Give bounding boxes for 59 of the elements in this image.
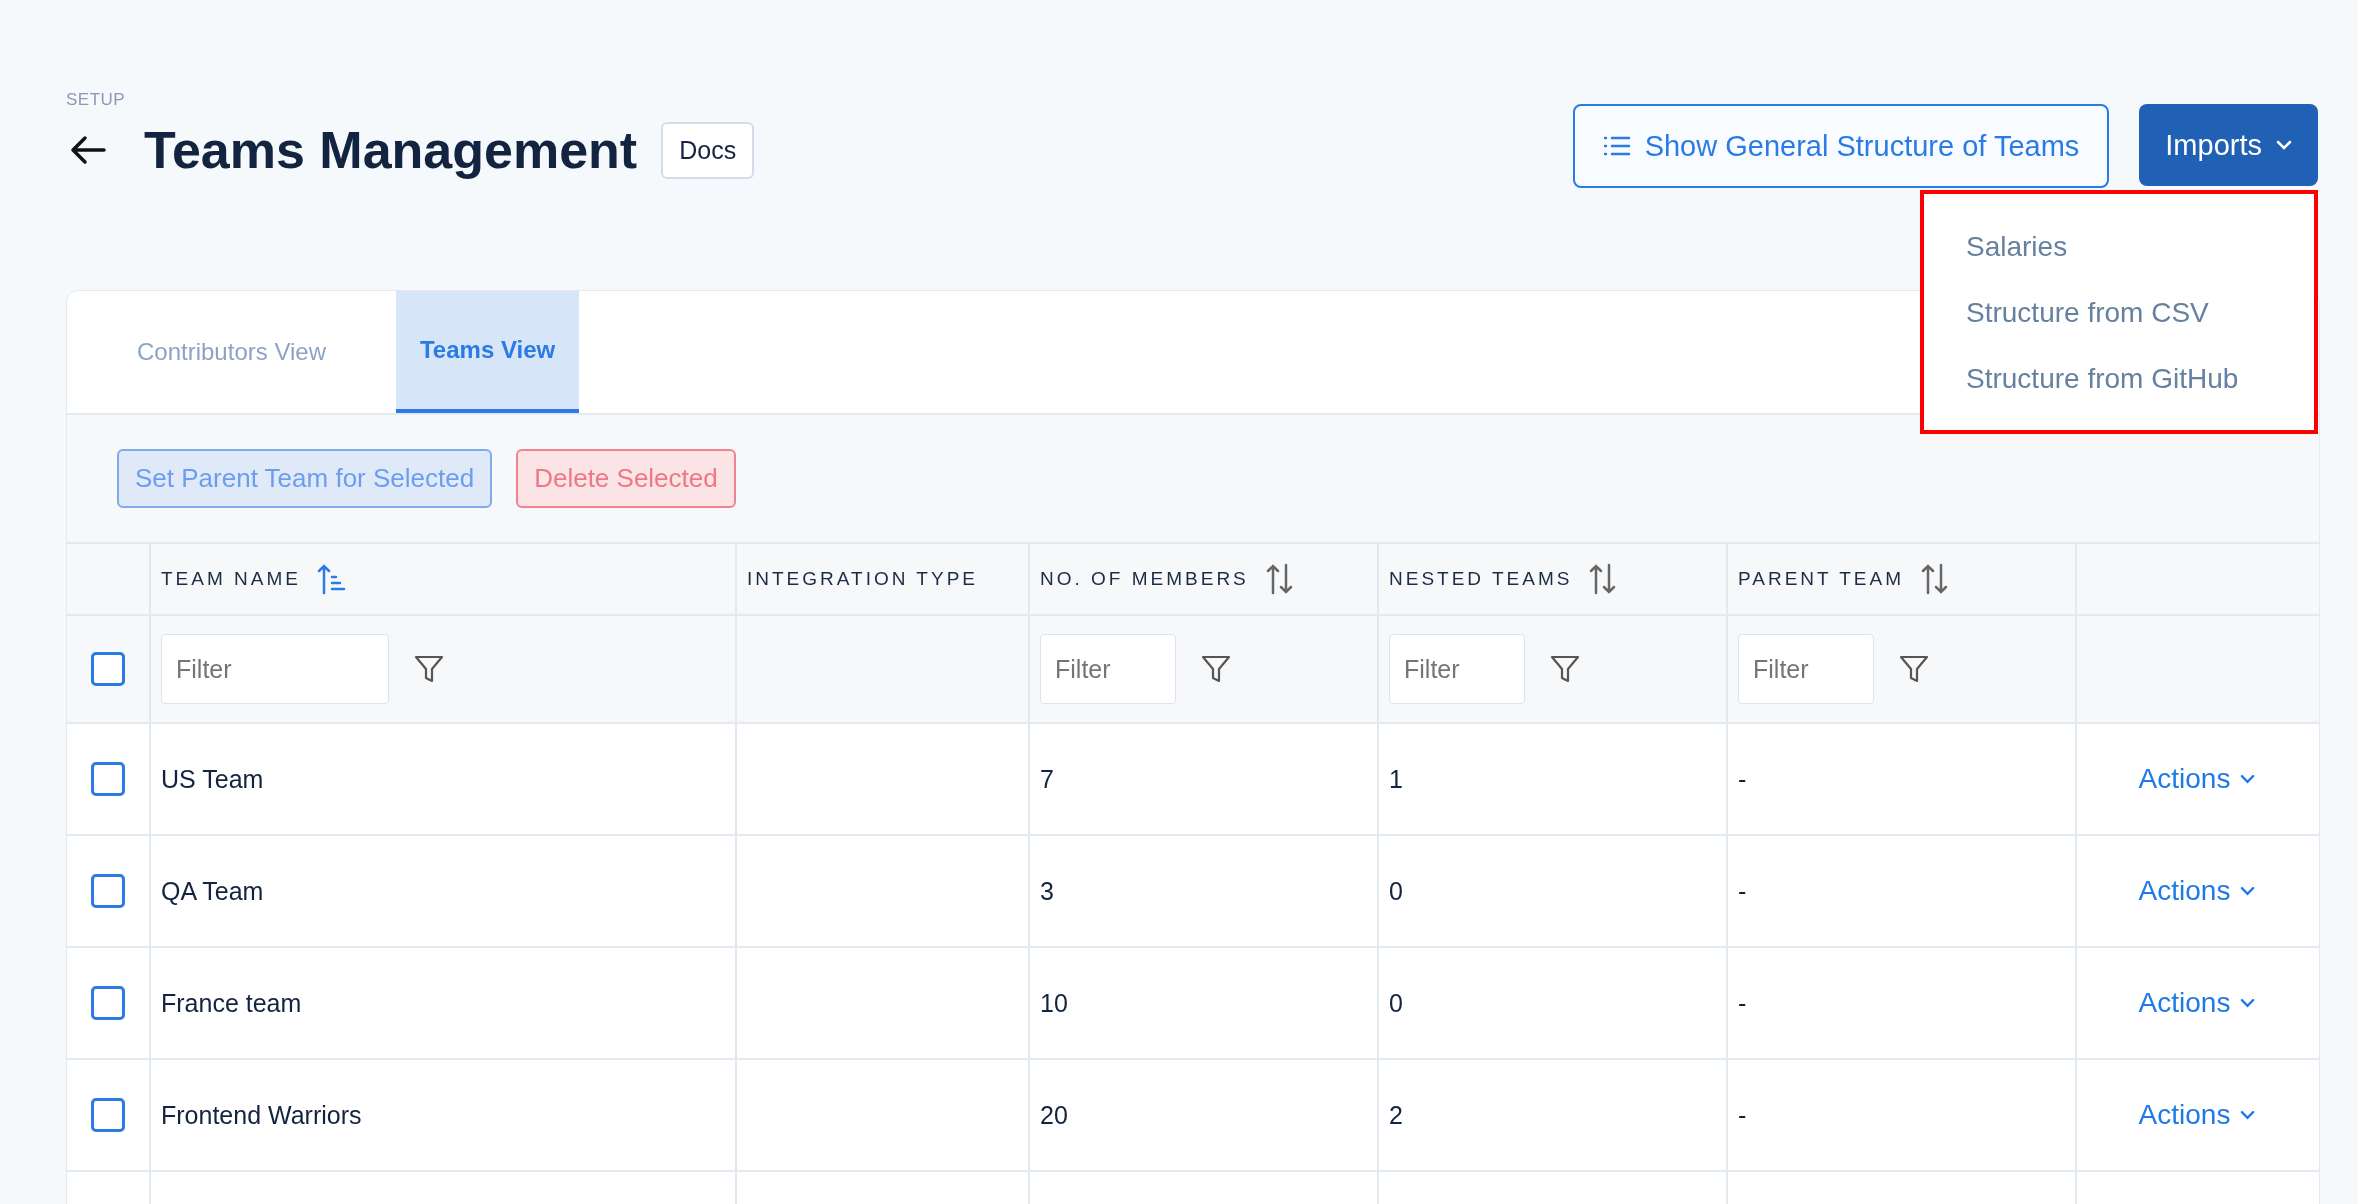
actions-button[interactable]: Actions xyxy=(2138,875,2256,907)
column-header: PARENT TEAM xyxy=(1738,568,1905,590)
chevron-down-icon xyxy=(2240,774,2256,784)
table-cell: France team xyxy=(161,988,302,1018)
row-checkbox[interactable] xyxy=(91,1098,125,1132)
actions-button[interactable]: Actions xyxy=(2138,987,2256,1019)
table-cell: 1 xyxy=(1389,764,1403,794)
page-title: Teams Management xyxy=(144,120,638,180)
row-checkbox[interactable] xyxy=(91,986,125,1020)
filter-icon[interactable] xyxy=(1549,653,1581,685)
tab[interactable]: Contributors View xyxy=(67,291,396,413)
sort-icon[interactable] xyxy=(1264,563,1295,595)
list-icon xyxy=(1602,135,1631,157)
column-header: NESTED TEAMS xyxy=(1389,568,1573,590)
breadcrumb: SETUP xyxy=(66,90,127,110)
table-cell: Frontend Warriors xyxy=(161,1100,362,1130)
filter-icon[interactable] xyxy=(1200,653,1232,685)
actions-button[interactable]: Actions xyxy=(2138,763,2256,795)
menu-item[interactable]: Salaries xyxy=(1924,214,2314,280)
table-cell: - xyxy=(1738,876,1747,906)
docs-button[interactable]: Docs xyxy=(661,121,755,179)
tab[interactable]: Teams View xyxy=(396,291,580,413)
filter-icon[interactable] xyxy=(1898,653,1930,685)
table-cell: 20 xyxy=(1040,1100,1068,1130)
table-cell: - xyxy=(1738,1100,1747,1130)
actions-button[interactable]: Actions xyxy=(2138,1099,2256,1131)
chevron-down-icon xyxy=(2240,998,2256,1008)
imports-button[interactable]: Imports xyxy=(2139,104,2318,186)
filter-field[interactable]: Filter xyxy=(1389,634,1525,704)
chevron-down-icon xyxy=(2240,886,2256,896)
column-header: INTEGRATION TYPE xyxy=(747,568,978,590)
table-cell: 0 xyxy=(1389,988,1403,1018)
column-header: TEAM NAME xyxy=(161,568,301,590)
filter-icon[interactable] xyxy=(413,653,445,685)
table-cell: 0 xyxy=(1389,876,1403,906)
table-cell: 2 xyxy=(1389,1100,1403,1130)
bulk-action-button[interactable]: Set Parent Team for Selected xyxy=(117,449,493,508)
table-cell: 10 xyxy=(1040,988,1068,1018)
bulk-action-button[interactable]: Delete Selected xyxy=(516,449,736,508)
table-cell: - xyxy=(1738,764,1747,794)
select-all-checkbox[interactable] xyxy=(91,652,125,686)
column-header: NO. OF MEMBERS xyxy=(1040,568,1249,590)
filter-field[interactable]: Filter xyxy=(1040,634,1176,704)
filter-field[interactable]: Filter xyxy=(161,634,389,704)
back-arrow-icon[interactable] xyxy=(70,135,106,165)
table-cell: US Team xyxy=(161,764,264,794)
sort-ascending-icon[interactable] xyxy=(316,563,347,595)
filter-field[interactable]: Filter xyxy=(1738,634,1874,704)
chevron-down-icon xyxy=(2276,140,2292,150)
table-cell: QA Team xyxy=(161,876,264,906)
menu-item[interactable]: Structure from GitHub xyxy=(1924,346,2314,412)
row-checkbox[interactable] xyxy=(91,874,125,908)
row-checkbox[interactable] xyxy=(91,762,125,796)
table-cell: - xyxy=(1738,988,1747,1018)
menu-item[interactable]: Structure from CSV xyxy=(1924,280,2314,346)
chevron-down-icon xyxy=(2240,1110,2256,1120)
table-cell: 7 xyxy=(1040,764,1054,794)
structure-button[interactable]: Show General Structure of Teams xyxy=(1572,104,2110,188)
table-cell: 3 xyxy=(1040,876,1054,906)
